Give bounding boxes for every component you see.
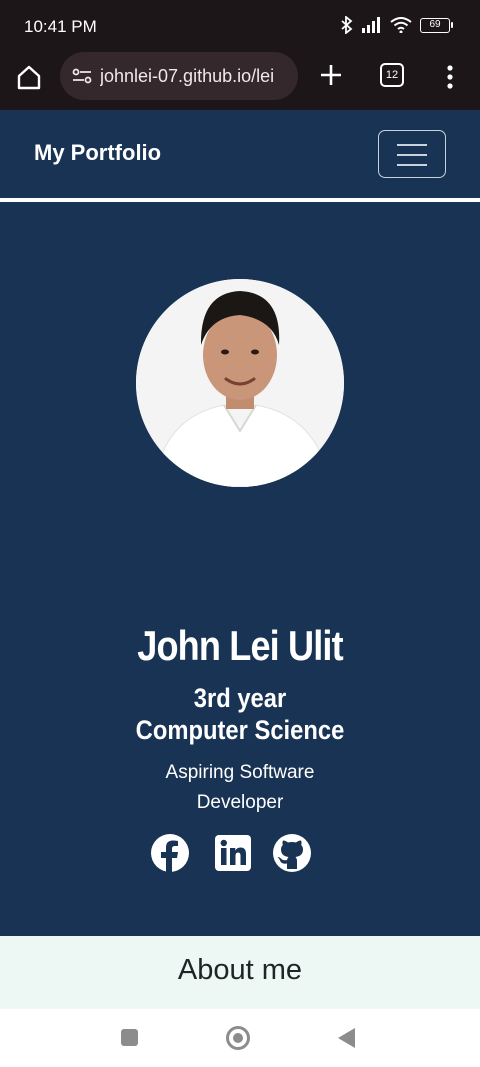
linkedin-icon[interactable] — [213, 833, 253, 873]
new-tab-icon[interactable] — [316, 60, 346, 90]
battery-icon: 69 — [420, 17, 453, 33]
facebook-icon[interactable] — [150, 833, 190, 873]
navbar-divider — [0, 198, 480, 202]
status-icons: 69 — [340, 16, 453, 34]
wifi-icon — [390, 17, 412, 33]
site-navbar: My Portfolio — [0, 110, 480, 198]
bluetooth-icon — [340, 16, 354, 34]
about-heading: About me — [177, 954, 303, 986]
profile-tagline: Aspiring Software Developer — [165, 762, 315, 813]
browser-toolbar: johnlei-07.github.io/lei 12 — [0, 52, 480, 110]
social-links — [150, 833, 330, 877]
profile-photo — [136, 279, 344, 487]
github-icon[interactable] — [272, 833, 312, 873]
home-circle-icon[interactable] — [226, 1026, 250, 1050]
status-time: 10:41 PM — [24, 17, 97, 36]
about-section: About me — [0, 936, 480, 1009]
navbar-toggle-button[interactable] — [378, 130, 446, 178]
portfolio-page: My Portfolio John Lei Ulit 3rd year Comp… — [0, 110, 480, 1009]
status-bar: 10:41 PM 69 — [0, 0, 480, 52]
hamburger-line — [397, 164, 427, 166]
brand-link[interactable]: My Portfolio — [34, 140, 161, 166]
site-settings-icon[interactable] — [70, 64, 94, 88]
hamburger-line — [397, 144, 427, 146]
home-icon[interactable] — [14, 62, 44, 92]
back-icon[interactable] — [338, 1028, 355, 1048]
tab-switcher-button[interactable]: 12 — [380, 63, 404, 87]
android-nav-bar — [0, 1009, 480, 1067]
profile-subtitle: 3rd year Computer Science — [135, 683, 345, 745]
url-text: johnlei-07.github.io/lei — [100, 65, 275, 86]
more-menu-icon[interactable] — [436, 62, 464, 92]
profile-name: John Lei Ulit — [137, 622, 343, 669]
recent-apps-icon[interactable] — [121, 1029, 138, 1046]
signal-icon — [362, 17, 382, 33]
hamburger-line — [397, 154, 427, 156]
url-bar[interactable]: johnlei-07.github.io/lei — [60, 52, 298, 100]
